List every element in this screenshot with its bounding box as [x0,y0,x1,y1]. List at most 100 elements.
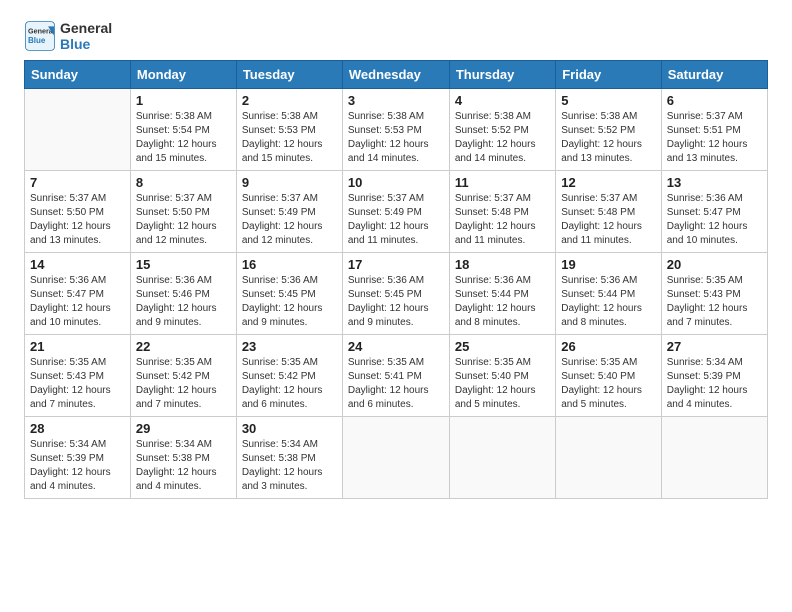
day-number: 8 [136,175,231,190]
calendar-cell: 23 Sunrise: 5:35 AM Sunset: 5:42 PM Dayli… [236,335,342,417]
calendar-week-4: 21 Sunrise: 5:35 AM Sunset: 5:43 PM Dayli… [25,335,768,417]
calendar-cell: 12Sunrise: 5:37 AM Sunset: 5:48 PM Dayli… [556,171,662,253]
calendar-cell [449,417,555,499]
calendar-cell: 18 Sunrise: 5:36 AM Sunset: 5:44 PM Dayli… [449,253,555,335]
calendar-cell: 8 Sunrise: 5:37 AM Sunset: 5:50 PM Daylig… [130,171,236,253]
day-number: 7 [30,175,125,190]
logo-text-blue: Blue [60,36,112,52]
day-info: Sunrise: 5:35 AM Sunset: 5:40 PM Dayligh… [455,356,550,412]
logo-text-general: General [60,20,112,36]
day-info: Sunrise: 5:34 AM Sunset: 5:38 PM Dayligh… [242,438,337,494]
day-number: 23 [242,339,337,354]
logo-icon: General Blue [24,20,56,52]
day-info: Sunrise: 5:37 AM Sunset: 5:48 PM Dayligh… [455,192,550,248]
day-number: 27 [667,339,762,354]
day-info: Sunrise: 5:36 AM Sunset: 5:47 PM Dayligh… [30,274,125,330]
day-number: 20 [667,257,762,272]
calendar-cell: 10Sunrise: 5:37 AM Sunset: 5:49 PM Dayli… [342,171,449,253]
day-info: Sunrise: 5:37 AM Sunset: 5:49 PM Dayligh… [242,192,337,248]
calendar-cell: 16Sunrise: 5:36 AM Sunset: 5:45 PM Dayli… [236,253,342,335]
calendar-cell [342,417,449,499]
weekday-header-saturday: Saturday [661,61,767,89]
page-header: General Blue General Blue [24,20,768,52]
day-info: Sunrise: 5:35 AM Sunset: 5:43 PM Dayligh… [667,274,762,330]
day-number: 9 [242,175,337,190]
calendar-cell: 7Sunrise: 5:37 AM Sunset: 5:50 PM Daylig… [25,171,131,253]
calendar-cell: 20 Sunrise: 5:35 AM Sunset: 5:43 PM Dayli… [661,253,767,335]
calendar-cell: 11 Sunrise: 5:37 AM Sunset: 5:48 PM Dayli… [449,171,555,253]
weekday-header-wednesday: Wednesday [342,61,449,89]
day-info: Sunrise: 5:34 AM Sunset: 5:39 PM Dayligh… [30,438,125,494]
calendar-cell: 13 Sunrise: 5:36 AM Sunset: 5:47 PM Dayli… [661,171,767,253]
day-info: Sunrise: 5:37 AM Sunset: 5:50 PM Dayligh… [136,192,231,248]
day-info: Sunrise: 5:36 AM Sunset: 5:47 PM Dayligh… [667,192,762,248]
calendar-cell: 9 Sunrise: 5:37 AM Sunset: 5:49 PM Daylig… [236,171,342,253]
calendar-cell: 17 Sunrise: 5:36 AM Sunset: 5:45 PM Dayli… [342,253,449,335]
day-number: 13 [667,175,762,190]
weekday-header-sunday: Sunday [25,61,131,89]
day-info: Sunrise: 5:36 AM Sunset: 5:45 PM Dayligh… [242,274,337,330]
calendar-table: SundayMondayTuesdayWednesdayThursdayFrid… [24,60,768,499]
day-number: 18 [455,257,550,272]
day-number: 1 [136,93,231,108]
calendar-cell: 27 Sunrise: 5:34 AM Sunset: 5:39 PM Dayli… [661,335,767,417]
day-info: Sunrise: 5:36 AM Sunset: 5:44 PM Dayligh… [455,274,550,330]
day-number: 6 [667,93,762,108]
calendar-week-3: 14Sunrise: 5:36 AM Sunset: 5:47 PM Dayli… [25,253,768,335]
day-info: Sunrise: 5:36 AM Sunset: 5:46 PM Dayligh… [136,274,231,330]
calendar-cell: 25 Sunrise: 5:35 AM Sunset: 5:40 PM Dayli… [449,335,555,417]
day-number: 11 [455,175,550,190]
weekday-header-monday: Monday [130,61,236,89]
calendar-cell: 3 Sunrise: 5:38 AM Sunset: 5:53 PM Daylig… [342,89,449,171]
day-info: Sunrise: 5:37 AM Sunset: 5:48 PM Dayligh… [561,192,656,248]
calendar-cell: 28 Sunrise: 5:34 AM Sunset: 5:39 PM Dayli… [25,417,131,499]
day-number: 30 [242,421,337,436]
day-info: Sunrise: 5:35 AM Sunset: 5:42 PM Dayligh… [242,356,337,412]
day-number: 19 [561,257,656,272]
day-number: 21 [30,339,125,354]
calendar-cell: 19 Sunrise: 5:36 AM Sunset: 5:44 PM Dayli… [556,253,662,335]
day-info: Sunrise: 5:37 AM Sunset: 5:51 PM Dayligh… [667,110,762,166]
calendar-cell: 26 Sunrise: 5:35 AM Sunset: 5:40 PM Dayli… [556,335,662,417]
calendar-cell: 29 Sunrise: 5:34 AM Sunset: 5:38 PM Dayli… [130,417,236,499]
calendar-week-1: 1Sunrise: 5:38 AM Sunset: 5:54 PM Daylig… [25,89,768,171]
day-number: 25 [455,339,550,354]
calendar-cell: 14Sunrise: 5:36 AM Sunset: 5:47 PM Dayli… [25,253,131,335]
calendar-header-row: SundayMondayTuesdayWednesdayThursdayFrid… [25,61,768,89]
day-number: 5 [561,93,656,108]
day-info: Sunrise: 5:36 AM Sunset: 5:45 PM Dayligh… [348,274,444,330]
day-info: Sunrise: 5:38 AM Sunset: 5:53 PM Dayligh… [348,110,444,166]
day-number: 15 [136,257,231,272]
calendar-cell: 2 Sunrise: 5:38 AM Sunset: 5:53 PM Daylig… [236,89,342,171]
svg-text:Blue: Blue [28,36,46,45]
day-info: Sunrise: 5:35 AM Sunset: 5:41 PM Dayligh… [348,356,444,412]
calendar-cell [25,89,131,171]
calendar-cell: 4 Sunrise: 5:38 AM Sunset: 5:52 PM Daylig… [449,89,555,171]
calendar-cell: 24 Sunrise: 5:35 AM Sunset: 5:41 PM Dayli… [342,335,449,417]
day-info: Sunrise: 5:35 AM Sunset: 5:40 PM Dayligh… [561,356,656,412]
calendar-cell: 21 Sunrise: 5:35 AM Sunset: 5:43 PM Dayli… [25,335,131,417]
calendar-cell [556,417,662,499]
day-number: 22 [136,339,231,354]
day-info: Sunrise: 5:38 AM Sunset: 5:52 PM Dayligh… [455,110,550,166]
day-info: Sunrise: 5:36 AM Sunset: 5:44 PM Dayligh… [561,274,656,330]
day-number: 28 [30,421,125,436]
weekday-header-thursday: Thursday [449,61,555,89]
day-info: Sunrise: 5:34 AM Sunset: 5:38 PM Dayligh… [136,438,231,494]
day-number: 17 [348,257,444,272]
day-number: 10 [348,175,444,190]
day-number: 26 [561,339,656,354]
day-number: 24 [348,339,444,354]
day-info: Sunrise: 5:35 AM Sunset: 5:42 PM Dayligh… [136,356,231,412]
day-number: 3 [348,93,444,108]
calendar-cell: 30 Sunrise: 5:34 AM Sunset: 5:38 PM Dayli… [236,417,342,499]
calendar-cell [661,417,767,499]
day-number: 29 [136,421,231,436]
weekday-header-tuesday: Tuesday [236,61,342,89]
day-number: 4 [455,93,550,108]
day-info: Sunrise: 5:35 AM Sunset: 5:43 PM Dayligh… [30,356,125,412]
day-info: Sunrise: 5:38 AM Sunset: 5:53 PM Dayligh… [242,110,337,166]
day-number: 2 [242,93,337,108]
day-info: Sunrise: 5:34 AM Sunset: 5:39 PM Dayligh… [667,356,762,412]
weekday-header-friday: Friday [556,61,662,89]
